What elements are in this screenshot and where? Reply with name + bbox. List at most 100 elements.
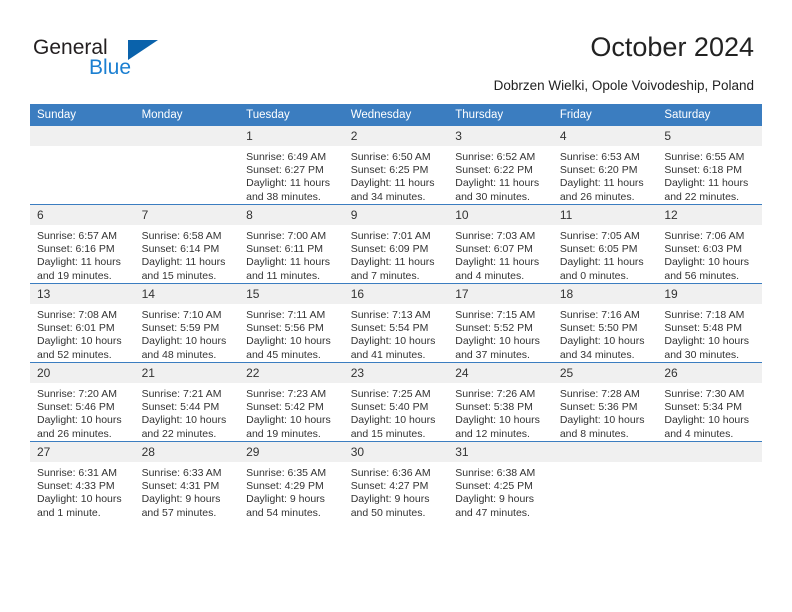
calendar-day-cell[interactable]: 24 Sunrise: 7:26 AM Sunset: 5:38 PM Dayligh… [448,362,553,442]
sunset-time: Sunset: 5:59 PM [141,322,220,335]
sunrise-time: Sunrise: 6:55 AM [664,151,745,163]
sunset-time: Sunset: 5:44 PM [141,401,220,414]
calendar-day-cell[interactable]: 30 Sunrise: 6:36 AM Sunset: 4:27 PM Dayligh… [343,441,449,520]
calendar-day-cell[interactable]: 29 Sunrise: 6:35 AM Sunset: 4:29 PM Dayligh… [239,441,344,520]
daylight-duration-line2: and 57 minutes. [141,506,217,519]
sunset-time: Sunset: 6:01 PM [37,322,115,335]
sunset-time: Sunset: 4:25 PM [455,480,533,493]
sunrise-time: Sunrise: 6:49 AM [246,151,327,163]
calendar-day-cell[interactable]: 31 Sunrise: 6:38 AM Sunset: 4:25 PM Dayligh… [448,441,553,520]
sunrise-time: Sunrise: 7:18 AM [664,309,745,321]
day-number: 14 [134,284,240,304]
calendar-day-cell[interactable]: 5 Sunrise: 6:55 AM Sunset: 6:18 PM Daylight… [657,126,762,205]
sunset-time: Sunset: 6:03 PM [664,243,743,256]
day-number: 30 [343,442,449,462]
sunset-time: Sunset: 5:38 PM [455,401,533,414]
daylight-duration-line2: and 48 minutes. [141,348,217,361]
weekday-header-tuesday: Tuesday [239,104,344,126]
day-details: Sunrise: 7:15 AM Sunset: 5:52 PM Daylight:… [448,304,553,362]
day-details: Sunrise: 7:05 AM Sunset: 6:05 PM Daylight:… [553,225,658,283]
calendar-day-cell[interactable]: 22 Sunrise: 7:23 AM Sunset: 5:42 PM Dayligh… [239,362,344,442]
calendar-day-cell[interactable]: 1 Sunrise: 6:49 AM Sunset: 6:27 PM Daylight… [239,126,344,205]
calendar-day-cell[interactable]: 3 Sunrise: 6:52 AM Sunset: 6:22 PM Daylight… [448,126,553,205]
day-details: Sunrise: 7:01 AM Sunset: 6:09 PM Daylight:… [344,225,449,283]
daylight-duration-line1: Daylight: 11 hours [559,256,644,269]
page-header: General Blue October 2024 Dobrzen Wielki… [0,0,792,103]
sunrise-time: Sunrise: 6:36 AM [350,467,431,479]
calendar-day-cell[interactable]: 18 Sunrise: 7:16 AM Sunset: 5:50 PM Dayligh… [552,283,658,363]
calendar-day-cell[interactable]: 20 Sunrise: 7:20 AM Sunset: 5:46 PM Dayligh… [30,362,135,442]
sunset-time: Sunset: 4:33 PM [37,480,115,493]
calendar-day-cell[interactable]: 28 Sunrise: 6:33 AM Sunset: 4:31 PM Dayligh… [134,441,240,520]
weekday-header-saturday: Saturday [657,104,762,126]
calendar-day-cell[interactable]: 4 Sunrise: 6:53 AM Sunset: 6:20 PM Daylight… [552,126,658,205]
sunrise-time: Sunrise: 7:15 AM [455,309,536,321]
calendar-day-cell[interactable]: 2 Sunrise: 6:50 AM Sunset: 6:25 PM Daylight… [343,126,449,205]
day-number [30,126,135,146]
calendar-day-cell[interactable]: 15 Sunrise: 7:11 AM Sunset: 5:56 PM Dayligh… [239,283,344,363]
calendar-day-cell[interactable]: 10 Sunrise: 7:03 AM Sunset: 6:07 PM Dayligh… [448,204,553,284]
sunrise-time: Sunrise: 7:23 AM [246,388,327,400]
calendar-day-cell[interactable]: 11 Sunrise: 7:05 AM Sunset: 6:05 PM Dayligh… [552,204,658,284]
calendar-day-cell[interactable]: 9 Sunrise: 7:01 AM Sunset: 6:09 PM Daylight… [343,204,449,284]
day-details: Sunrise: 6:55 AM Sunset: 6:18 PM Daylight:… [657,146,762,204]
day-number: 4 [552,126,658,146]
calendar-day-cell[interactable]: 17 Sunrise: 7:15 AM Sunset: 5:52 PM Dayligh… [448,283,553,363]
day-number: 6 [30,205,135,225]
day-details: Sunrise: 7:11 AM Sunset: 5:56 PM Daylight:… [239,304,344,362]
calendar-page: General Blue October 2024 Dobrzen Wielki… [0,0,792,612]
calendar-day-cell[interactable]: 19 Sunrise: 7:18 AM Sunset: 5:48 PM Dayligh… [657,283,762,363]
sunset-time: Sunset: 6:27 PM [246,164,324,177]
calendar-week-row: 13 Sunrise: 7:08 AM Sunset: 6:01 PM Dayligh… [30,283,762,363]
day-details: Sunrise: 7:08 AM Sunset: 6:01 PM Daylight:… [30,304,135,362]
daylight-duration-line1: Daylight: 11 hours [455,177,540,190]
daylight-duration-line1: Daylight: 10 hours [246,335,331,348]
daylight-duration-line2: and 26 minutes. [559,190,635,203]
daylight-duration-line2: and 19 minutes. [37,269,112,282]
calendar-day-cell[interactable]: 8 Sunrise: 7:00 AM Sunset: 6:11 PM Daylight… [239,204,344,284]
sunrise-time: Sunrise: 7:03 AM [455,230,536,242]
calendar-day-cell[interactable]: 6 Sunrise: 6:57 AM Sunset: 6:16 PM Daylight… [30,204,135,284]
calendar-day-cell[interactable]: 23 Sunrise: 7:25 AM Sunset: 5:40 PM Dayligh… [343,362,449,442]
daylight-duration-line2: and 30 minutes. [455,190,530,203]
calendar-day-cell[interactable]: 14 Sunrise: 7:10 AM Sunset: 5:59 PM Dayligh… [134,283,240,363]
day-number: 11 [552,205,658,225]
calendar-day-cell[interactable]: 26 Sunrise: 7:30 AM Sunset: 5:34 PM Dayligh… [657,362,762,442]
sunset-time: Sunset: 5:46 PM [37,401,115,414]
day-number: 29 [239,442,344,462]
day-details: Sunrise: 7:13 AM Sunset: 5:54 PM Daylight:… [344,304,449,362]
daylight-duration-line1: Daylight: 10 hours [246,414,331,427]
calendar-day-cell[interactable]: 27 Sunrise: 6:31 AM Sunset: 4:33 PM Dayligh… [30,441,135,520]
daylight-duration-line2: and 7 minutes. [350,269,420,282]
day-number [657,442,762,462]
weekday-header-friday: Friday [552,104,658,126]
generalblue-logo[interactable]: General Blue [33,37,213,87]
sunrise-time: Sunrise: 7:08 AM [37,309,117,321]
day-details: Sunrise: 7:16 AM Sunset: 5:50 PM Daylight:… [553,304,658,362]
daylight-duration-line2: and 22 minutes. [664,190,740,203]
calendar-day-cell-empty [134,126,240,205]
calendar-day-cell[interactable]: 25 Sunrise: 7:28 AM Sunset: 5:36 PM Dayligh… [552,362,658,442]
day-details: Sunrise: 6:52 AM Sunset: 6:22 PM Daylight:… [448,146,553,204]
daylight-duration-line1: Daylight: 9 hours [246,493,325,506]
calendar-day-cell[interactable]: 16 Sunrise: 7:13 AM Sunset: 5:54 PM Dayligh… [343,283,449,363]
sunrise-time: Sunrise: 7:20 AM [37,388,117,400]
daylight-duration-line1: Daylight: 11 hours [350,177,435,190]
day-details: Sunrise: 7:25 AM Sunset: 5:40 PM Daylight:… [344,383,449,441]
weekday-header-sunday: Sunday [30,104,135,126]
calendar-day-cell[interactable]: 21 Sunrise: 7:21 AM Sunset: 5:44 PM Dayligh… [134,362,240,442]
daylight-duration-line1: Daylight: 10 hours [664,414,750,427]
daylight-duration-line2: and 8 minutes. [559,427,629,440]
sunset-time: Sunset: 5:42 PM [246,401,324,414]
calendar-day-cell[interactable]: 7 Sunrise: 6:58 AM Sunset: 6:14 PM Daylight… [134,204,240,284]
sunset-time: Sunset: 4:27 PM [350,480,429,493]
weekday-header-row: Sunday Monday Tuesday Wednesday Thursday… [30,104,762,126]
calendar-day-cell[interactable]: 12 Sunrise: 7:06 AM Sunset: 6:03 PM Dayligh… [657,204,762,284]
logo-triangle-icon [128,40,158,60]
daylight-duration-line2: and 37 minutes. [455,348,530,361]
daylight-duration-line2: and 52 minutes. [37,348,112,361]
calendar-day-cell[interactable]: 13 Sunrise: 7:08 AM Sunset: 6:01 PM Dayligh… [30,283,135,363]
day-details: Sunrise: 7:20 AM Sunset: 5:46 PM Daylight:… [30,383,135,441]
daylight-duration-line2: and 1 minute. [37,506,101,519]
calendar-day-cell-empty [30,126,135,205]
